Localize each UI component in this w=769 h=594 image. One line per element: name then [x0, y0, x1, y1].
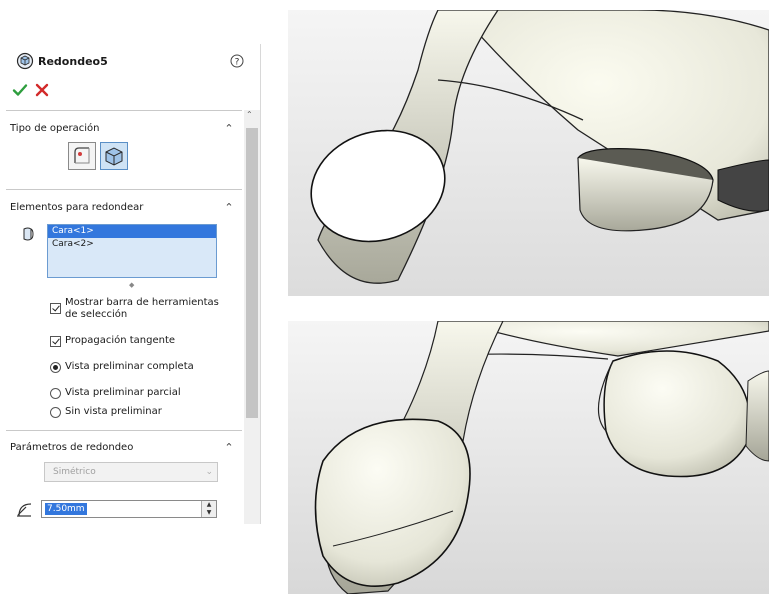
partial-preview-label: Vista preliminar parcial: [65, 387, 181, 398]
constant-size-fillet-button[interactable]: [68, 142, 96, 170]
scrollbar-thumb[interactable]: [246, 128, 258, 418]
pipe-model-after: [288, 321, 769, 594]
no-preview-radio[interactable]: [50, 407, 61, 418]
model-viewport-before[interactable]: [288, 10, 769, 296]
no-preview-label: Sin vista preliminar: [65, 406, 162, 417]
face-fillet-icon: [105, 147, 123, 166]
face-selection-icon: [23, 227, 34, 241]
property-manager-panel: Redondeo5 ? ⌃ Tipo de operación ⌃ Elemen…: [6, 44, 261, 524]
separator: [6, 430, 242, 431]
radius-value: 7.50mm: [45, 503, 87, 515]
feature-title: Redondeo5: [38, 55, 108, 68]
face-fillet-button[interactable]: [100, 142, 128, 170]
tangent-propagation-label: Propagación tangente: [65, 335, 176, 346]
separator: [6, 189, 242, 190]
scroll-up-icon[interactable]: ⌃: [246, 110, 253, 119]
faces-selection-list[interactable]: Cara<1> Cara<2>: [47, 224, 217, 278]
tangent-propagation-checkbox[interactable]: [50, 336, 61, 347]
collapse-chevron-icon[interactable]: ⌃: [222, 201, 236, 215]
list-item[interactable]: Cara<2>: [48, 238, 216, 251]
full-preview-radio[interactable]: [50, 362, 61, 373]
chevron-down-icon: ⌄: [205, 467, 213, 477]
radius-spinner[interactable]: ▲ ▼: [201, 501, 216, 517]
radius-input[interactable]: 7.50mm ▲ ▼: [41, 500, 217, 518]
collapse-chevron-icon[interactable]: ⌃: [222, 441, 236, 455]
separator: [6, 110, 242, 111]
fillet-type-icon: [74, 147, 90, 164]
fillet-method-value: Simétrico: [53, 467, 96, 477]
resize-grip-icon[interactable]: ◆: [129, 281, 134, 289]
show-selection-toolbar-label: Mostrar barra de herramientas de selecci…: [65, 297, 219, 320]
section-title-items-to-fillet: Elementos para redondear: [10, 202, 144, 213]
fillet-method-dropdown[interactable]: Simétrico ⌄: [44, 462, 218, 482]
checkmark-icon[interactable]: [12, 82, 28, 98]
x-icon[interactable]: [34, 82, 50, 98]
pipe-model-before: [288, 10, 769, 296]
section-title-fillet-parameters: Parámetros de redondeo: [10, 442, 134, 453]
svg-text:?: ?: [235, 58, 240, 68]
partial-preview-radio[interactable]: [50, 388, 61, 399]
radius-icon: [17, 503, 32, 517]
fillet-feature-icon: [16, 52, 34, 70]
full-preview-label: Vista preliminar completa: [65, 361, 194, 372]
model-viewport-after[interactable]: [288, 321, 769, 594]
show-selection-toolbar-checkbox[interactable]: [50, 303, 61, 314]
help-icon[interactable]: ?: [230, 54, 244, 68]
list-item[interactable]: Cara<1>: [48, 225, 216, 238]
collapse-chevron-icon[interactable]: ⌃: [222, 122, 236, 136]
section-title-operation-type: Tipo de operación: [10, 123, 100, 134]
